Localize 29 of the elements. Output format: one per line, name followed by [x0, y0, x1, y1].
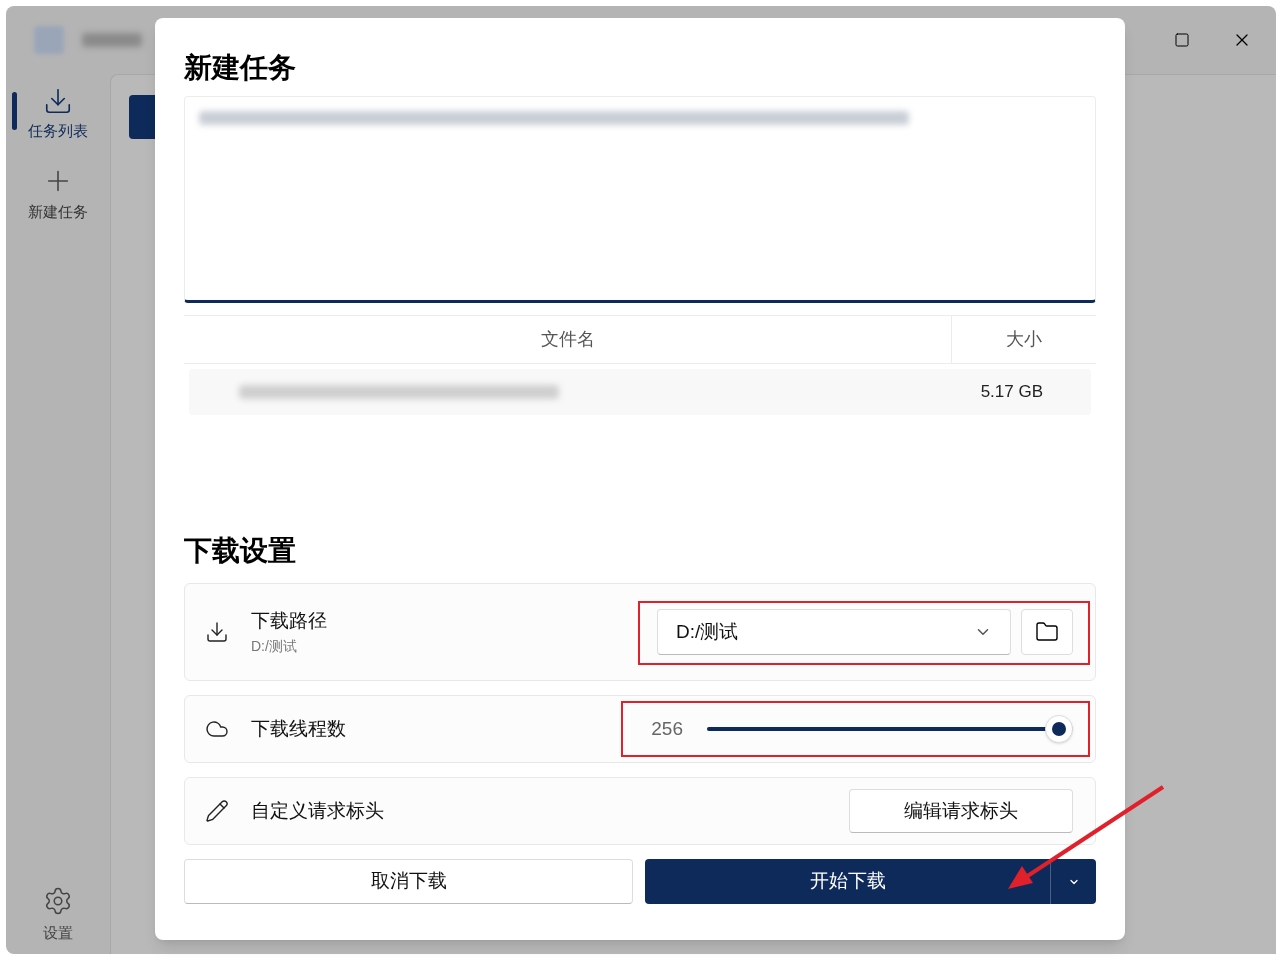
slider-value: 256	[651, 716, 683, 741]
column-header: 文件名	[184, 316, 952, 363]
section-title: 下载设置	[184, 534, 297, 568]
sidebar-item[interactable]: 新建任务	[10, 154, 106, 234]
dialog-title: 新建任务	[184, 51, 297, 85]
folder-icon	[1035, 620, 1059, 644]
download-icon	[205, 620, 229, 644]
cancel-button[interactable]: 取消下载	[184, 859, 633, 904]
pencil-icon	[205, 799, 229, 823]
slider-thumb[interactable]	[1045, 715, 1073, 743]
settings-icon	[43, 885, 73, 916]
setting-label: 自定义请求标头	[251, 798, 384, 823]
app-logo-icon	[34, 26, 64, 54]
table-cell-text: 5.17 GB	[980, 381, 1044, 404]
settings-button[interactable]: 设置	[43, 885, 73, 944]
setting-label: 下载线程数	[251, 716, 346, 741]
folder-button[interactable]	[1021, 609, 1073, 655]
setting-subtitle: D:/测试	[251, 636, 298, 656]
selection-indicator	[12, 92, 17, 130]
column-header: 大小	[1005, 328, 1043, 351]
slider[interactable]	[707, 714, 1073, 744]
setting-label: 下载路径	[251, 609, 327, 634]
url-input[interactable]	[184, 96, 1096, 303]
sidebar-item[interactable]: 任务列表	[10, 74, 106, 154]
maximize-icon	[1174, 32, 1190, 48]
blurred-text	[82, 33, 142, 47]
edit-headers-button[interactable]: 编辑请求标头	[849, 789, 1073, 833]
path-dropdown[interactable]: D:/测试	[657, 609, 1011, 655]
file-row[interactable]: 5.17 GB	[189, 369, 1091, 415]
